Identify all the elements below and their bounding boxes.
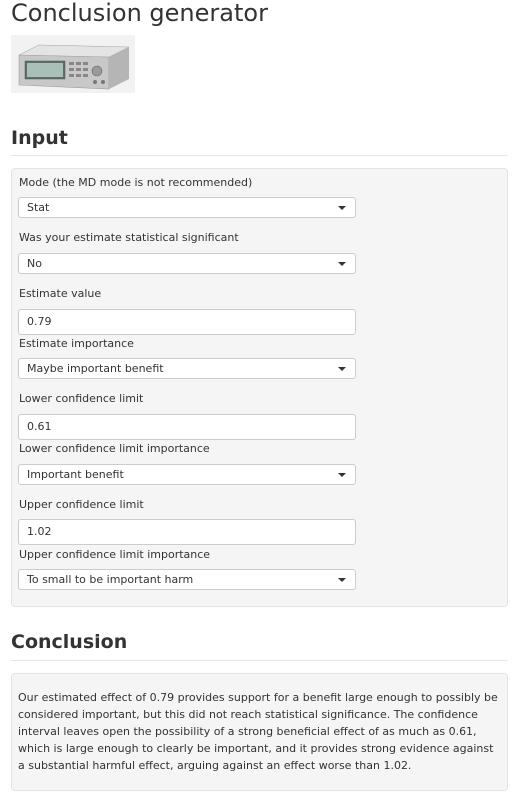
input-section-title: Input <box>11 127 68 149</box>
upper-limit-text: 1.02 <box>27 525 52 538</box>
upper-limit-label: Upper confidence limit <box>19 498 144 511</box>
conclusion-panel: Our estimated effect of 0.79 provides su… <box>11 673 508 791</box>
chevron-down-icon <box>338 206 346 210</box>
input-section-divider <box>11 155 508 156</box>
chevron-down-icon <box>338 578 346 582</box>
mode-select[interactable]: Stat <box>18 197 356 218</box>
chevron-down-icon <box>338 473 346 477</box>
lower-importance-select[interactable]: Important benefit <box>18 464 356 485</box>
signal-generator-image <box>11 35 135 93</box>
chevron-down-icon <box>338 367 346 371</box>
estimate-importance-selected-value: Maybe important benefit <box>27 362 164 375</box>
conclusion-text: Our estimated effect of 0.79 provides su… <box>18 691 498 772</box>
significant-selected-value: No <box>27 257 42 270</box>
estimate-value-text: 0.79 <box>27 315 52 328</box>
conclusion-section-title: Conclusion <box>11 631 128 653</box>
chevron-down-icon <box>338 262 346 266</box>
lower-importance-label: Lower confidence limit importance <box>19 442 210 455</box>
estimate-importance-select[interactable]: Maybe important benefit <box>18 358 356 379</box>
mode-selected-value: Stat <box>27 201 50 214</box>
page-title: Conclusion generator <box>11 0 268 27</box>
lower-importance-selected-value: Important benefit <box>27 468 124 481</box>
lower-limit-text: 0.61 <box>27 420 52 433</box>
upper-importance-selected-value: To small to be important harm <box>27 573 194 586</box>
conclusion-section-divider <box>11 660 508 661</box>
lower-limit-label: Lower confidence limit <box>19 392 144 405</box>
mode-label: Mode (the MD mode is not recommended) <box>19 176 253 189</box>
estimate-value-input[interactable]: 0.79 <box>18 309 356 335</box>
estimate-importance-label: Estimate importance <box>19 337 134 350</box>
input-panel: Mode (the MD mode is not recommended) St… <box>11 168 508 607</box>
significant-select[interactable]: No <box>18 253 356 274</box>
upper-importance-label: Upper confidence limit importance <box>19 548 211 561</box>
upper-limit-input[interactable]: 1.02 <box>18 519 356 545</box>
lower-limit-input[interactable]: 0.61 <box>18 414 356 440</box>
significant-label: Was your estimate statistical significan… <box>19 231 239 244</box>
estimate-value-label: Estimate value <box>19 287 102 300</box>
upper-importance-select[interactable]: To small to be important harm <box>18 569 356 590</box>
